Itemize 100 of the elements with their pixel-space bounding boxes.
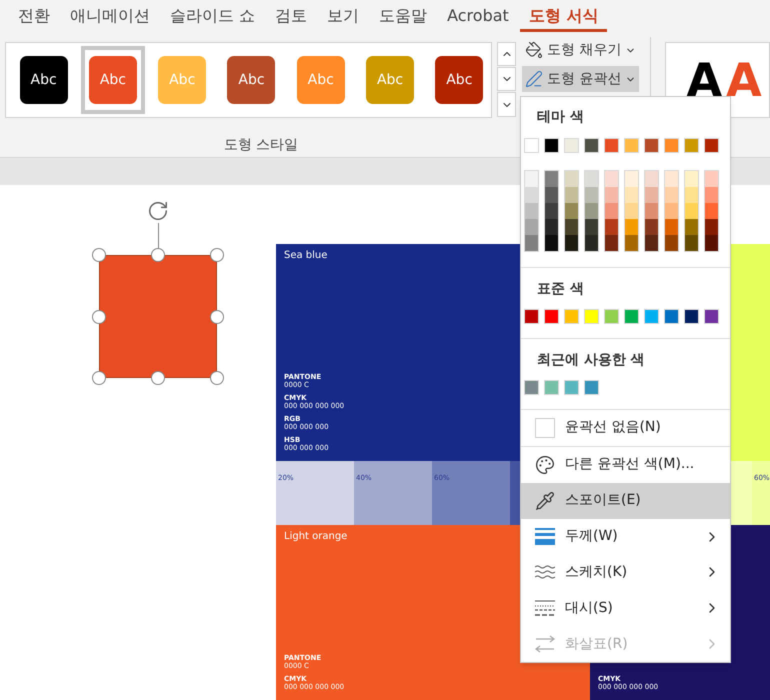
color-swatch[interactable]: [644, 309, 659, 324]
color-swatch[interactable]: [705, 187, 718, 203]
color-swatch[interactable]: [525, 235, 538, 251]
color-swatch[interactable]: [544, 309, 559, 324]
color-swatch[interactable]: [705, 203, 718, 219]
color-swatch[interactable]: [604, 138, 619, 153]
color-swatch[interactable]: [565, 187, 578, 203]
color-swatch[interactable]: [705, 219, 718, 235]
color-swatch[interactable]: [525, 171, 538, 187]
color-swatch[interactable]: [585, 219, 598, 235]
color-swatch[interactable]: [645, 219, 658, 235]
menu-item[interactable]: 스케치(K): [521, 554, 730, 590]
color-swatch[interactable]: [564, 138, 579, 153]
color-swatch[interactable]: [645, 235, 658, 251]
more-button[interactable]: [497, 92, 516, 117]
color-swatch[interactable]: [625, 171, 638, 187]
resize-handle[interactable]: [151, 248, 165, 262]
ribbon-tab[interactable]: 검토: [266, 0, 316, 32]
menu-item[interactable]: 윤곽선 없음(N): [521, 410, 730, 446]
color-swatch[interactable]: [524, 138, 539, 153]
color-swatch[interactable]: [605, 219, 618, 235]
style-thumbnail[interactable]: Abc: [12, 46, 76, 114]
color-swatch[interactable]: [584, 380, 599, 395]
ribbon-tab[interactable]: Acrobat: [438, 0, 518, 32]
color-swatch[interactable]: [524, 380, 539, 395]
color-swatch[interactable]: [545, 203, 558, 219]
color-swatch[interactable]: [565, 171, 578, 187]
color-swatch[interactable]: [685, 171, 698, 187]
color-swatch[interactable]: [685, 219, 698, 235]
color-swatch[interactable]: [624, 309, 639, 324]
ribbon-tab[interactable]: 보기: [318, 0, 368, 32]
color-swatch[interactable]: [565, 219, 578, 235]
scroll-down-button[interactable]: [497, 67, 516, 91]
color-swatch[interactable]: [645, 171, 658, 187]
resize-handle[interactable]: [92, 310, 106, 324]
resize-handle[interactable]: [210, 310, 224, 324]
color-swatch[interactable]: [624, 138, 639, 153]
color-swatch[interactable]: [584, 309, 599, 324]
color-swatch[interactable]: [585, 203, 598, 219]
color-swatch[interactable]: [665, 203, 678, 219]
color-swatch[interactable]: [544, 138, 559, 153]
resize-handle[interactable]: [92, 371, 106, 385]
color-swatch[interactable]: [625, 203, 638, 219]
color-swatch[interactable]: [524, 309, 539, 324]
wordart-style[interactable]: A: [726, 55, 762, 105]
ribbon-tab[interactable]: 슬라이드 쇼: [161, 0, 264, 32]
color-swatch[interactable]: [585, 171, 598, 187]
color-swatch[interactable]: [544, 380, 559, 395]
color-swatch[interactable]: [604, 309, 619, 324]
resize-handle[interactable]: [210, 248, 224, 262]
color-swatch[interactable]: [605, 187, 618, 203]
color-swatch[interactable]: [684, 138, 699, 153]
color-swatch[interactable]: [665, 187, 678, 203]
color-swatch[interactable]: [644, 138, 659, 153]
color-swatch[interactable]: [525, 203, 538, 219]
color-swatch[interactable]: [605, 203, 618, 219]
color-swatch[interactable]: [664, 309, 679, 324]
color-swatch[interactable]: [545, 187, 558, 203]
color-swatch[interactable]: [625, 235, 638, 251]
color-swatch[interactable]: [585, 235, 598, 251]
color-swatch[interactable]: [545, 235, 558, 251]
resize-handle[interactable]: [210, 371, 224, 385]
color-swatch[interactable]: [564, 309, 579, 324]
color-swatch[interactable]: [625, 187, 638, 203]
ribbon-tab[interactable]: 도형 서식: [520, 0, 608, 32]
color-swatch[interactable]: [605, 235, 618, 251]
color-swatch[interactable]: [564, 380, 579, 395]
style-thumbnail[interactable]: Abc: [81, 46, 145, 114]
color-swatch[interactable]: [704, 138, 719, 153]
color-swatch[interactable]: [685, 203, 698, 219]
color-swatch[interactable]: [565, 203, 578, 219]
ribbon-tab[interactable]: 도움말: [370, 0, 436, 32]
color-swatch[interactable]: [684, 309, 699, 324]
menu-item[interactable]: 스포이트(E): [521, 482, 730, 519]
color-swatch[interactable]: [525, 187, 538, 203]
style-thumbnail[interactable]: Abc: [428, 46, 491, 114]
color-swatch[interactable]: [625, 219, 638, 235]
color-swatch[interactable]: [665, 235, 678, 251]
menu-item[interactable]: 다른 윤곽선 색(M)...: [521, 446, 730, 483]
color-swatch[interactable]: [545, 219, 558, 235]
resize-handle[interactable]: [92, 248, 106, 262]
color-swatch[interactable]: [665, 171, 678, 187]
outline-dropdown[interactable]: 도형 윤곽선: [522, 66, 640, 92]
color-swatch[interactable]: [565, 235, 578, 251]
color-swatch[interactable]: [645, 187, 658, 203]
menu-item[interactable]: 대시(S): [521, 590, 730, 626]
ribbon-tab[interactable]: 전환: [9, 0, 59, 32]
color-swatch[interactable]: [685, 235, 698, 251]
color-swatch[interactable]: [664, 138, 679, 153]
color-swatch[interactable]: [704, 309, 719, 324]
color-swatch[interactable]: [545, 171, 558, 187]
color-swatch[interactable]: [605, 171, 618, 187]
color-swatch[interactable]: [585, 187, 598, 203]
scroll-up-button[interactable]: [497, 42, 516, 66]
rotate-handle-icon[interactable]: [147, 200, 169, 222]
color-swatch[interactable]: [525, 219, 538, 235]
menu-item[interactable]: 두께(W): [521, 518, 730, 554]
resize-handle[interactable]: [151, 371, 165, 385]
style-thumbnail[interactable]: Abc: [220, 46, 284, 114]
fill-dropdown[interactable]: 도형 채우기: [522, 37, 640, 63]
